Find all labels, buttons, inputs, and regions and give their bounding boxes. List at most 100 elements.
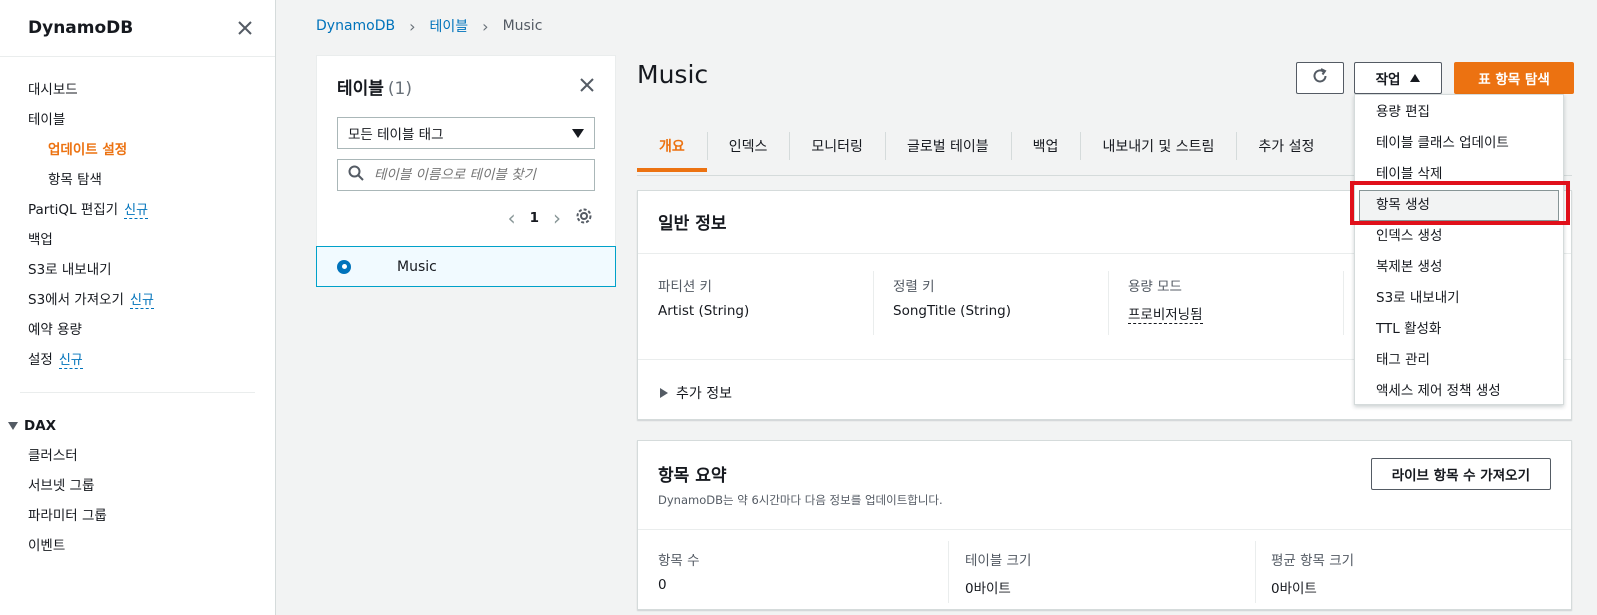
sidebar-item-dashboard[interactable]: 대시보드: [0, 75, 275, 105]
sidebar-section-label: DAX: [24, 418, 57, 434]
new-badge: 신규: [124, 203, 149, 219]
tables-panel-title-text: 테이블: [337, 79, 384, 99]
additional-info-label: 추가 정보: [676, 386, 732, 402]
sidebar-item-settings[interactable]: 설정 신규: [0, 345, 275, 375]
breadcrumb-dynamodb[interactable]: DynamoDB: [316, 18, 395, 34]
breadcrumb: DynamoDB › 테이블 › Music: [316, 16, 542, 36]
search-icon: [348, 165, 364, 185]
page-number[interactable]: 1: [530, 210, 539, 226]
actions-button[interactable]: 작업: [1354, 62, 1442, 94]
close-icon[interactable]: [235, 18, 255, 38]
table-name: Music: [397, 258, 437, 275]
tables-count: (1): [387, 79, 413, 99]
average-item-size-label: 평균 항목 크기: [1271, 553, 1355, 569]
menu-item-create-index[interactable]: 인덱스 생성: [1355, 221, 1563, 252]
sidebar-item-events[interactable]: 이벤트: [0, 531, 275, 561]
sort-key-field: 정렬 키 SongTitle (String): [893, 275, 1011, 319]
tab-indexes[interactable]: 인덱스: [706, 128, 790, 162]
sidebar-title[interactable]: DynamoDB: [28, 18, 133, 38]
menu-item-enable-ttl[interactable]: TTL 활성화: [1355, 314, 1563, 345]
capacity-mode-value[interactable]: 프로비저닝됨: [1128, 307, 1203, 324]
menu-item-export-s3[interactable]: S3로 내보내기: [1355, 283, 1563, 314]
average-item-size-field: 평균 항목 크기 0바이트: [1271, 549, 1354, 597]
average-item-size-value: 0바이트: [1271, 581, 1317, 597]
column-divider: [873, 271, 874, 335]
menu-item-manage-tags[interactable]: 태그 관리: [1355, 345, 1563, 376]
capacity-mode-value-wrap: 프로비저닝됨: [1128, 303, 1203, 324]
sidebar-item-label: 백업: [28, 232, 53, 248]
column-divider: [1108, 271, 1109, 335]
sort-key-value: SongTitle (String): [893, 303, 1011, 319]
tab-backups[interactable]: 백업: [1010, 128, 1081, 162]
tab-additional-settings[interactable]: 추가 설정: [1236, 128, 1336, 162]
sidebar-item-label: 클러스터: [28, 448, 78, 464]
menu-item-edit-capacity[interactable]: 용량 편집: [1355, 97, 1563, 128]
caret-up-icon: [1410, 74, 1421, 82]
general-info-title: 일반 정보: [658, 214, 727, 234]
get-live-item-count-button[interactable]: 라이브 항목 수 가져오기: [1370, 458, 1551, 490]
caret-right-icon: [660, 388, 668, 398]
partition-key-value: Artist (String): [658, 303, 750, 319]
capacity-mode-label: 용량 모드: [1128, 279, 1182, 295]
tables-panel-title: 테이블 (1): [337, 74, 412, 99]
capacity-mode-field: 용량 모드 프로비저닝됨: [1128, 275, 1203, 324]
table-search-input[interactable]: [374, 167, 584, 183]
sidebar-item-clusters[interactable]: 클러스터: [0, 441, 275, 471]
menu-item-create-item[interactable]: 항목 생성: [1359, 190, 1559, 221]
menu-item-delete-table[interactable]: 테이블 삭제: [1355, 159, 1563, 190]
sidebar-item-reserved-capacity[interactable]: 예약 용량: [0, 315, 275, 345]
sidebar-item-label: 서브넷 그룹: [28, 478, 95, 494]
sidebar-item-backups[interactable]: 백업: [0, 225, 275, 255]
tab-exports-streams[interactable]: 내보내기 및 스트림: [1080, 128, 1236, 162]
gear-icon[interactable]: [575, 207, 593, 229]
caret-down-icon: [572, 128, 584, 138]
item-summary-description: DynamoDB는 약 6시간마다 다음 정보를 업데이트합니다.: [658, 493, 943, 507]
actions-menu: 용량 편집 테이블 클래스 업데이트 테이블 삭제 항목 생성 인덱스 생성 복…: [1354, 94, 1564, 405]
card-divider: [638, 529, 1571, 530]
sidebar-header: DynamoDB: [0, 0, 275, 57]
next-page-icon[interactable]: ›: [553, 208, 561, 228]
new-badge: 신규: [58, 353, 83, 369]
item-count-label: 항목 수: [658, 553, 700, 569]
table-tag-filter-select[interactable]: 모든 테이블 태그: [337, 117, 595, 149]
radio-selected-icon[interactable]: [337, 259, 351, 274]
sidebar-item-label: 테이블: [28, 112, 66, 128]
sidebar-item-label: 설정: [28, 352, 53, 368]
previous-page-icon[interactable]: ‹: [508, 208, 516, 228]
menu-item-create-replica[interactable]: 복제본 생성: [1355, 252, 1563, 283]
menu-item-create-access-policy[interactable]: 액세스 제어 정책 생성: [1355, 376, 1563, 407]
table-size-value: 0바이트: [965, 581, 1011, 597]
sidebar-item-parameter-groups[interactable]: 파라미터 그룹: [0, 501, 275, 531]
sidebar-item-label: 대시보드: [28, 82, 78, 98]
sidebar-item-import-s3[interactable]: S3에서 가져오기 신규: [0, 285, 275, 315]
explore-items-button[interactable]: 표 항목 탐색: [1454, 62, 1574, 94]
item-summary-title: 항목 요약: [658, 466, 727, 486]
sidebar-item-partiql[interactable]: PartiQL 편집기 신규: [0, 195, 275, 225]
table-search-field[interactable]: [337, 159, 595, 191]
sidebar-item-export-s3[interactable]: S3로 내보내기: [0, 255, 275, 285]
sidebar: DynamoDB 대시보드 테이블 업데이트 설정 항목 탐색 PartiQL …: [0, 0, 276, 615]
sidebar-item-update-settings[interactable]: 업데이트 설정: [0, 135, 275, 165]
refresh-icon: [1311, 67, 1329, 89]
tabs: 개요 인덱스 모니터링 글로벌 테이블 백업 내보내기 및 스트림 추가 설정: [637, 128, 1357, 172]
refresh-button[interactable]: [1296, 62, 1344, 94]
table-row[interactable]: Music: [316, 246, 616, 287]
sort-key-label: 정렬 키: [893, 279, 935, 295]
breadcrumb-tables[interactable]: 테이블: [430, 16, 469, 36]
tab-global-tables[interactable]: 글로벌 테이블: [884, 128, 1011, 162]
sidebar-section-dax[interactable]: DAX: [0, 411, 275, 441]
sidebar-item-label: 예약 용량: [28, 322, 82, 338]
additional-info-expander[interactable]: 추가 정보: [660, 383, 732, 403]
tab-monitoring[interactable]: 모니터링: [789, 128, 885, 162]
breadcrumb-current: Music: [502, 18, 543, 34]
item-summary-card: 항목 요약 DynamoDB는 약 6시간마다 다음 정보를 업데이트합니다. …: [637, 440, 1572, 610]
tab-overview[interactable]: 개요: [637, 128, 707, 172]
close-icon[interactable]: [579, 77, 595, 97]
sidebar-item-tables[interactable]: 테이블: [0, 105, 275, 135]
chevron-right-icon: ›: [409, 16, 416, 36]
sidebar-item-label: S3에서 가져오기: [28, 292, 124, 308]
menu-item-update-table-class[interactable]: 테이블 클래스 업데이트: [1355, 128, 1563, 159]
sidebar-item-subnet-groups[interactable]: 서브넷 그룹: [0, 471, 275, 501]
sidebar-nav: 대시보드 테이블 업데이트 설정 항목 탐색 PartiQL 편집기 신규 백업 …: [0, 57, 275, 561]
sidebar-item-explore-items[interactable]: 항목 탐색: [0, 165, 275, 195]
